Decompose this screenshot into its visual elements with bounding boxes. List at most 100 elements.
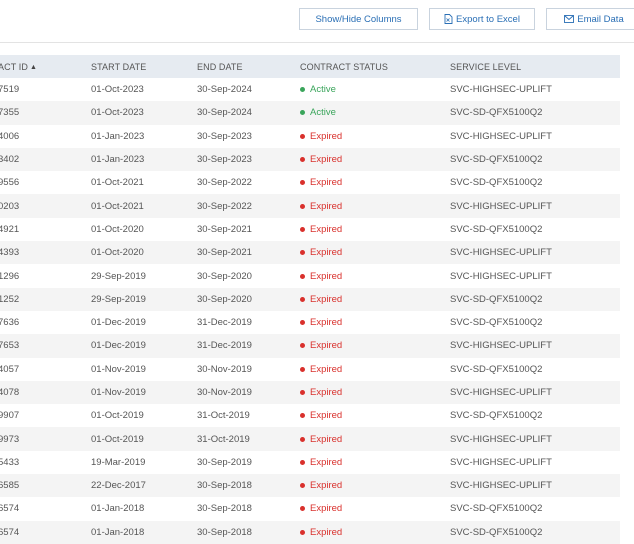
status-label: Expired [310, 247, 343, 259]
table-row[interactable]: 6585 22-Dec-2017 30-Sep-2018 Expired SVC-HIG… [0, 474, 620, 498]
cell-service-level: SVC-HIGHSEC-UPLIFT [450, 380, 620, 405]
status-label: Expired [310, 154, 343, 166]
column-header-start-date[interactable]: START DATE [91, 55, 197, 78]
cell-contract-id: 4078 [0, 380, 91, 405]
table-row[interactable]: 1252 29-Sep-2019 30-Sep-2020 Expired SVC-SD-… [0, 287, 620, 311]
cell-service-level: SVC-SD-QFX5100Q2 [450, 177, 543, 189]
table-row[interactable]: 0203 01-Oct-2021 30-Sep-2022 Expired SVC-HIG… [0, 194, 620, 218]
status-label: Expired [310, 317, 343, 329]
status-badge: Active [300, 107, 336, 118]
cell-contract-id: 9973 [0, 427, 91, 451]
cell-service-level: SVC-SD-QFX5100Q2 [450, 223, 543, 235]
cell-start-date: 01-Dec-2019 [91, 334, 197, 358]
table-row[interactable]: 6574 01-Jan-2018 30-Sep-2018 Expired SVC-SD-… [0, 520, 620, 544]
cell-contract-status: Expired [300, 194, 450, 218]
cell-start-date: 01-Nov-2019 [91, 363, 146, 375]
status-dot-icon [300, 180, 305, 186]
email-data-button[interactable]: Email Data [546, 8, 634, 30]
cell-end-date: 30-Sep-2024 [197, 101, 300, 125]
table-row[interactable]: 4057 01-Nov-2019 30-Nov-2019 Expired SVC-SD-… [0, 358, 620, 381]
status-label: Expired [310, 340, 343, 352]
cell-contract-status: Expired [300, 474, 450, 498]
status-badge: Expired [300, 247, 342, 258]
status-label: Expired [310, 223, 343, 235]
table-row[interactable]: 7653 01-Dec-2019 31-Dec-2019 Expired SVC-HIG… [0, 334, 620, 358]
column-header-contract-id[interactable]: ACT ID ▲︎ [0, 55, 91, 78]
cell-contract-status: Expired [300, 334, 450, 358]
cell-service-level: SVC-SD-QFX5100Q2 [450, 410, 543, 422]
table-row[interactable]: 4921 01-Oct-2020 30-Sep-2021 Expired SVC-SD-… [0, 218, 620, 241]
table-row[interactable]: 7355 01-Oct-2023 30-Sep-2024 Active SVC-SD-Q… [0, 101, 620, 125]
status-dot-icon [300, 366, 305, 372]
cell-contract-status: Expired [300, 497, 450, 520]
status-dot-icon [300, 413, 305, 419]
cell-end-date: 31-Dec-2019 [197, 317, 252, 329]
status-dot-icon [300, 87, 305, 93]
status-badge: Expired [300, 503, 342, 514]
cell-service-level: SVC-SD-QFX5100Q2 [450, 101, 620, 125]
envelope-icon [564, 15, 575, 23]
status-label: Expired [310, 480, 343, 492]
table-row[interactable]: 6574 01-Jan-2018 30-Sep-2018 Expired SVC-SD-… [0, 497, 620, 520]
cell-contract-status: Expired [300, 241, 450, 265]
status-badge: Expired [300, 410, 342, 421]
cell-end-date: 30-Sep-2018 [197, 474, 300, 498]
table-row[interactable]: 9907 01-Oct-2019 31-Oct-2019 Expired SVC-SD-… [0, 404, 620, 427]
table-row[interactable]: 1296 29-Sep-2019 30-Sep-2020 Expired SVC-HIG… [0, 264, 620, 287]
table-row[interactable]: 5433 19-Mar-2019 30-Sep-2019 Expired SVC-HIG… [0, 451, 620, 474]
cell-start-date: 01-Oct-2023 [91, 84, 144, 96]
status-dot-icon [300, 203, 305, 209]
table-row[interactable]: 4078 01-Nov-2019 30-Nov-2019 Expired SVC-HIG… [0, 380, 620, 405]
cell-start-date: 19-Mar-2019 [91, 456, 146, 468]
table-row[interactable]: 7636 01-Dec-2019 31-Dec-2019 Expired SVC-SD-… [0, 311, 620, 334]
status-badge: Expired [300, 224, 342, 235]
table-row[interactable]: 3402 01-Jan-2023 30-Sep-2023 Expired SVC-SD-… [0, 147, 620, 172]
column-header-label: END DATE [197, 61, 243, 72]
cell-end-date: 30-Sep-2024 [197, 84, 252, 96]
cell-service-level: SVC-HIGHSEC-UPLIFT [450, 456, 552, 468]
status-label: Expired [310, 270, 343, 282]
column-header-contract-status[interactable]: CONTRACT STATUS [300, 55, 450, 78]
status-dot-icon [300, 529, 305, 535]
table-row[interactable]: 9556 01-Oct-2021 30-Sep-2022 Expired SVC-SD-… [0, 171, 620, 194]
status-dot-icon [300, 390, 305, 395]
status-dot-icon [300, 157, 305, 163]
cell-contract-id: 0203 [0, 194, 91, 218]
cell-service-level: SVC-HIGHSEC-UPLIFT [450, 474, 620, 498]
cell-contract-status: Expired [300, 147, 450, 172]
column-header-label: START DATE [91, 61, 147, 72]
status-badge: Expired [300, 317, 342, 328]
cell-contract-status: Expired [300, 451, 450, 474]
toolbar: Show/Hide Columns Export to Excel Email … [0, 8, 634, 32]
cell-end-date: 30-Sep-2018 [197, 503, 252, 515]
table-row[interactable]: 7519 01-Oct-2023 30-Sep-2024 Active SVC-HIGH… [0, 78, 620, 101]
cell-contract-id: 6574 [0, 503, 20, 515]
cell-end-date: 30-Sep-2022 [197, 194, 300, 218]
table-row[interactable]: 9973 01-Oct-2019 31-Oct-2019 Expired SVC-HIG… [0, 427, 620, 451]
cell-service-level: SVC-HIGHSEC-UPLIFT [450, 270, 552, 282]
show-hide-columns-button[interactable]: Show/Hide Columns [299, 8, 418, 30]
status-badge: Expired [300, 434, 342, 445]
status-label: Expired [310, 526, 343, 538]
table-row[interactable]: 4393 01-Oct-2020 30-Sep-2021 Expired SVC-HIG… [0, 241, 620, 265]
cell-contract-id: 4006 [0, 130, 20, 142]
column-header-label: ACT ID [0, 61, 28, 72]
column-header-service-level[interactable]: SERVICE LEVEL [450, 55, 620, 78]
cell-contract-status: Expired [300, 125, 450, 148]
cell-contract-id: 1252 [0, 287, 91, 311]
status-dot-icon [300, 250, 305, 256]
cell-contract-status: Active [300, 101, 450, 125]
status-badge: Active [300, 84, 336, 95]
status-badge: Expired [300, 387, 342, 398]
status-badge: Expired [300, 154, 342, 165]
export-excel-button[interactable]: Export to Excel [429, 8, 535, 30]
sort-both-icon[interactable]: ▲︎ [30, 64, 37, 71]
cell-end-date: 30-Sep-2021 [197, 223, 252, 235]
table-row[interactable]: 4006 01-Jan-2023 30-Sep-2023 Expired SVC-HIG… [0, 125, 620, 148]
cell-service-level: SVC-SD-QFX5100Q2 [450, 503, 543, 515]
column-header-end-date[interactable]: END DATE [197, 55, 300, 78]
status-dot-icon [300, 320, 305, 326]
cell-end-date: 30-Sep-2018 [197, 520, 300, 544]
excel-file-icon [444, 14, 453, 24]
column-header-label: SERVICE LEVEL [450, 61, 522, 72]
